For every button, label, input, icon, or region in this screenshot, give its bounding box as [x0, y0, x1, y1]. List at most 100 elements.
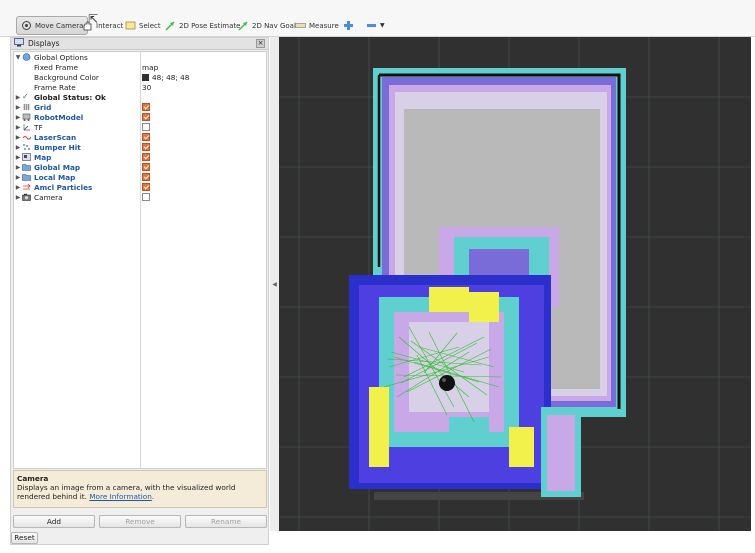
- render-view[interactable]: [279, 37, 751, 531]
- display-item-local-map[interactable]: ▶ Local Map: [14, 172, 266, 182]
- expand-arrow-icon[interactable]: ▶: [14, 104, 22, 111]
- nav-goal-icon: [238, 20, 249, 31]
- expand-arrow-icon[interactable]: ▶: [14, 154, 22, 161]
- frame-rate-row[interactable]: Frame Rate 30: [14, 82, 266, 92]
- display-item-tf[interactable]: ▶ TF: [14, 122, 266, 132]
- display-item-global-map[interactable]: ▶ Global Map: [14, 162, 266, 172]
- chevron-down-icon: ▼: [380, 22, 385, 29]
- expand-arrow-icon[interactable]: ▶: [14, 114, 22, 121]
- interact-tool[interactable]: Interact: [78, 16, 127, 35]
- display-item-label: TF: [34, 122, 43, 132]
- expand-arrow-icon[interactable]: ▶: [14, 194, 22, 201]
- expand-arrow-icon[interactable]: ▶: [14, 164, 22, 171]
- mouse-pointer-icon: ⇱: [88, 12, 99, 26]
- display-item-grid[interactable]: ▶ Grid: [14, 102, 266, 112]
- display-item-label: Global Map: [34, 162, 81, 172]
- display-item-bumper-hit[interactable]: ▶ Bumper Hit: [14, 142, 266, 152]
- add-tool-button[interactable]: [339, 16, 358, 35]
- robot-marker: [439, 375, 455, 391]
- select-tool[interactable]: Select: [121, 16, 165, 35]
- checkmark-icon: ✓: [22, 92, 29, 101]
- select-label: Select: [139, 21, 161, 30]
- lower-room: [349, 275, 584, 500]
- robot-icon: [22, 113, 31, 121]
- display-item-checkbox[interactable]: [142, 193, 150, 201]
- globe-icon: [22, 53, 31, 61]
- background-color-label: Background Color: [34, 72, 99, 82]
- remove-tool-button[interactable]: ▼: [362, 16, 389, 35]
- displays-panel-header: Displays ×: [11, 38, 268, 50]
- expand-arrow-icon[interactable]: ▶: [14, 94, 22, 101]
- display-item-checkbox[interactable]: [142, 123, 150, 131]
- background-color-value: 48; 48; 48: [152, 72, 190, 82]
- measure-tool[interactable]: Measure: [291, 16, 343, 35]
- points-icon: [22, 143, 31, 151]
- remove-button[interactable]: Remove: [99, 515, 181, 528]
- display-item-map[interactable]: ▶ Map: [14, 152, 266, 162]
- panel-splitter[interactable]: ◀: [270, 37, 279, 531]
- display-item-checkbox[interactable]: [142, 103, 150, 111]
- global-status-label: Global Status: Ok: [34, 92, 106, 102]
- map-visualization: [279, 37, 751, 531]
- measure-label: Measure: [309, 21, 339, 30]
- move-camera-label: Move Camera: [35, 21, 84, 30]
- plus-icon: [343, 20, 354, 31]
- display-description: Camera Displays an image from a camera, …: [13, 470, 267, 508]
- display-item-label: RobotModel: [34, 112, 84, 122]
- pose-estimate-tool[interactable]: 2D Pose Estimate: [161, 16, 244, 35]
- nav-goal-label: 2D Nav Goal: [252, 21, 296, 30]
- expand-arrow-icon[interactable]: ▶: [14, 124, 22, 131]
- fixed-frame-value[interactable]: map: [142, 63, 158, 72]
- display-item-checkbox[interactable]: [142, 173, 150, 181]
- camera-icon: [22, 193, 31, 201]
- display-item-checkbox[interactable]: [142, 163, 150, 171]
- display-item-camera[interactable]: ▶ Camera: [14, 192, 266, 202]
- expand-arrow-icon[interactable]: ▶: [14, 134, 22, 141]
- global-options-row[interactable]: ▼ Global Options: [14, 52, 266, 62]
- display-item-label: Grid: [34, 102, 52, 112]
- expand-arrow-icon[interactable]: ▶: [14, 174, 22, 181]
- laser-icon: [22, 133, 32, 141]
- rename-button[interactable]: Rename: [185, 515, 267, 528]
- expand-arrow-icon[interactable]: ▶: [14, 144, 22, 151]
- display-item-label: Map: [34, 152, 52, 162]
- reset-button[interactable]: Reset: [11, 532, 38, 544]
- display-item-label: LaserScan: [34, 132, 77, 142]
- folder-icon: [22, 173, 31, 181]
- monitor-icon: [14, 38, 25, 49]
- description-title: Camera: [17, 474, 49, 483]
- display-item-label: Bumper Hit: [34, 142, 81, 152]
- expand-arrow-icon[interactable]: ▶: [14, 184, 22, 191]
- close-icon[interactable]: ×: [256, 39, 265, 48]
- toolbar: Move Camera Interact Select 2D Pose Esti…: [0, 0, 755, 37]
- frame-rate-label: Frame Rate: [34, 82, 76, 92]
- display-item-checkbox[interactable]: [142, 113, 150, 121]
- background-color-row[interactable]: Background Color 48; 48; 48: [14, 72, 266, 82]
- pose-estimate-icon: [165, 20, 176, 31]
- frame-rate-value[interactable]: 30: [142, 83, 151, 92]
- add-button[interactable]: Add: [13, 515, 95, 528]
- chevron-left-icon: ◀: [272, 280, 277, 288]
- display-item-label: Amcl Particles: [34, 182, 93, 192]
- color-swatch: [142, 73, 149, 81]
- fixed-frame-label: Fixed Frame: [34, 62, 78, 72]
- display-item-amcl-particles[interactable]: ▶ Amcl Particles: [14, 182, 266, 192]
- interact-label: Interact: [96, 21, 124, 30]
- global-status-row[interactable]: ▶ ✓ Global Status: Ok: [14, 92, 266, 102]
- display-item-laserscan[interactable]: ▶ LaserScan: [14, 132, 266, 142]
- displays-tree: ▼ Global Options Fixed Frame map Backgro…: [13, 51, 267, 469]
- pose-estimate-label: 2D Pose Estimate: [179, 21, 241, 30]
- display-item-robotmodel[interactable]: ▶ RobotModel: [14, 112, 266, 122]
- expand-arrow-icon[interactable]: ▼: [14, 54, 22, 61]
- display-item-checkbox[interactable]: [142, 143, 150, 151]
- minus-icon: [366, 20, 377, 31]
- ruler-icon: [295, 20, 306, 31]
- display-item-checkbox[interactable]: [142, 133, 150, 141]
- more-information-link[interactable]: More Information: [89, 492, 152, 501]
- display-item-checkbox[interactable]: [142, 183, 150, 191]
- select-icon: [125, 20, 136, 31]
- display-item-checkbox[interactable]: [142, 153, 150, 161]
- background-color-value-group[interactable]: 48; 48; 48: [142, 73, 189, 82]
- fixed-frame-row[interactable]: Fixed Frame map: [14, 62, 266, 72]
- axes-icon: [22, 123, 31, 131]
